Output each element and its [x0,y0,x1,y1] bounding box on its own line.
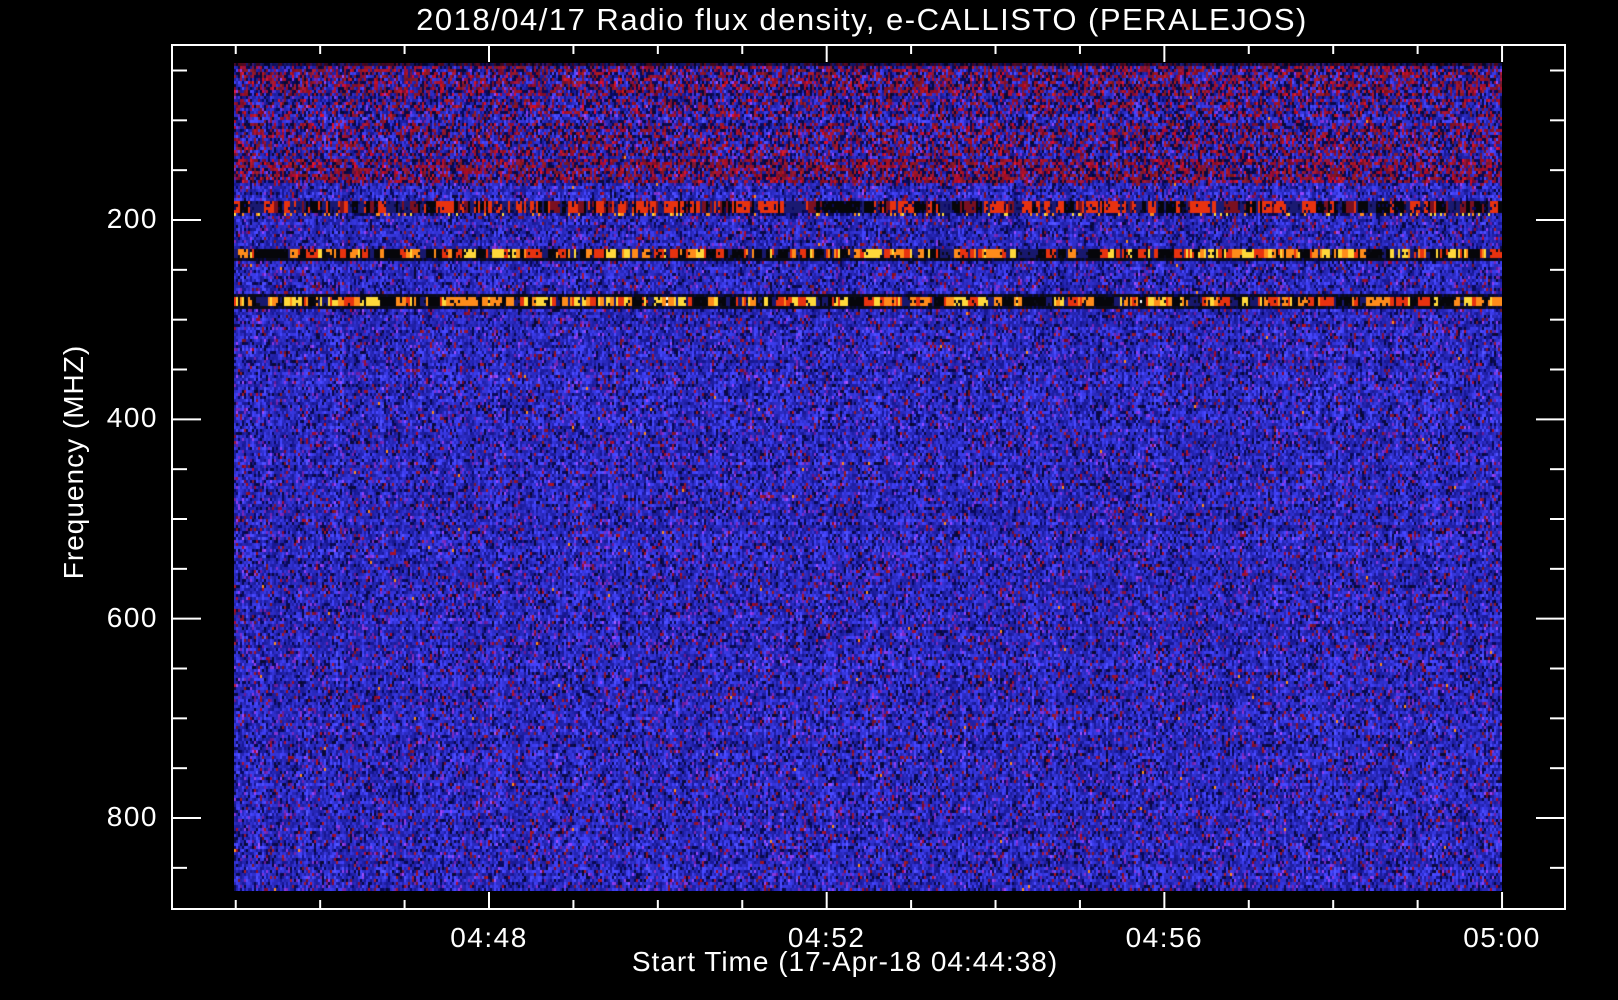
y-axis-title: Frequency (MHZ) [58,344,89,580]
x-axis-title: Start Time (17-Apr-18 04:44:38) [631,946,1059,977]
x-tick-label: 04:48 [450,922,528,953]
chart-title: 2018/04/17 Radio flux density, e-CALLIST… [416,2,1308,37]
x-tick-label: 04:56 [1125,922,1204,953]
y-tick-label: 600 [106,601,158,633]
axis-box [171,44,1566,910]
x-tick-label: 05:00 [1463,922,1541,953]
spectrogram-figure: 2018/04/17 Radio flux density, e-CALLIST… [0,0,1618,1000]
y-tick-label: 800 [106,801,158,833]
y-tick-label: 200 [106,203,158,234]
